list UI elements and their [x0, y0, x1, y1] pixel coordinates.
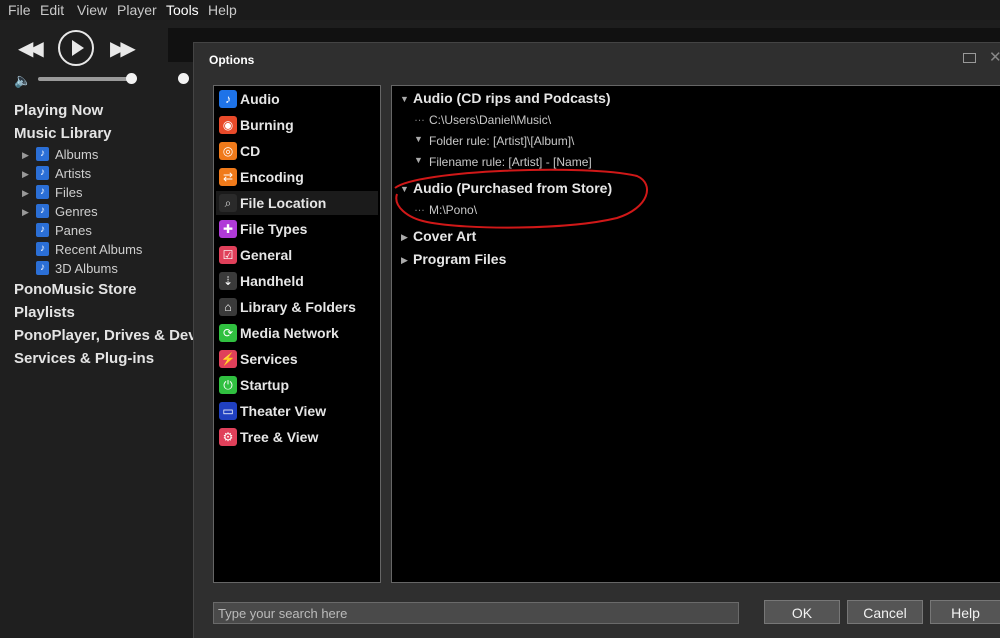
volume-slider[interactable]	[38, 77, 132, 81]
house-icon: ⌂	[219, 298, 237, 316]
monitor-icon: ▭	[219, 402, 237, 420]
cd-rips-path[interactable]: C:\Users\Daniel\Music\	[429, 113, 551, 127]
file-location-panel: ▼ Audio (CD rips and Podcasts) … C:\User…	[391, 85, 1000, 583]
menu-player[interactable]: Player	[117, 2, 157, 18]
menu-edit[interactable]: Edit	[40, 2, 64, 18]
sidebar-item-files[interactable]: Files	[55, 185, 82, 200]
collapse-arrow-icon[interactable]: ▼	[400, 94, 409, 104]
menu-help[interactable]: Help	[208, 2, 237, 18]
expand-arrow-icon[interactable]: ▶	[22, 188, 29, 199]
maximize-icon[interactable]	[963, 53, 976, 63]
section-program-files[interactable]: Program Files	[413, 251, 506, 267]
ok-button[interactable]: OK	[764, 600, 840, 624]
tree-line-icon: …	[414, 112, 425, 124]
sidebar-music-library[interactable]: Music Library	[14, 125, 112, 142]
plug-icon: ⚡	[219, 350, 237, 368]
expand-arrow-icon[interactable]: ▶	[401, 255, 408, 266]
category-startup[interactable]: ⏻ Startup	[216, 373, 378, 397]
menu-view[interactable]: View	[77, 2, 107, 18]
sidebar-item-genres[interactable]: Genres	[55, 204, 98, 219]
network-icon: ⟳	[219, 324, 237, 342]
music-note-icon: ♪	[36, 223, 49, 237]
menu-tools[interactable]: Tools	[166, 2, 199, 18]
search-input[interactable]	[214, 603, 738, 623]
category-encoding[interactable]: ⇄ Encoding	[216, 165, 378, 189]
volume-icon[interactable]: 🔈	[14, 72, 31, 89]
category-services[interactable]: ⚡ Services	[216, 347, 378, 371]
category-tree-view[interactable]: ⚙ Tree & View	[216, 425, 378, 449]
expand-arrow-icon[interactable]: ▶	[22, 150, 29, 161]
sidebar-item-artists[interactable]: Artists	[55, 166, 91, 181]
burn-disc-icon: ◉	[219, 116, 237, 134]
music-note-icon: ♪	[36, 242, 49, 256]
dialog-title: Options	[209, 53, 255, 67]
music-note-icon: ♪	[36, 166, 49, 180]
left-pane: ◀◀ ▶▶ 🔈 Playing Now Music Library ▶ ♪ Al…	[0, 20, 226, 637]
gear-icon: ⚙	[219, 428, 237, 446]
usb-icon: ⇣	[219, 272, 237, 290]
position-slider-knob[interactable]	[178, 73, 189, 84]
volume-slider-knob[interactable]	[126, 73, 137, 84]
menu-bar: File Edit View Player Tools Help	[0, 0, 1000, 20]
music-note-icon: ♪	[36, 185, 49, 199]
options-dialog: Options ✕ ♪ Audio ◉ Burning ◎ CD ⇄ Encod…	[193, 42, 1000, 638]
sidebar-playing-now[interactable]: Playing Now	[14, 102, 103, 119]
folder-rule[interactable]: Folder rule: [Artist]\[Album]\	[429, 134, 574, 148]
cancel-button[interactable]: Cancel	[847, 600, 923, 624]
category-handheld[interactable]: ⇣ Handheld	[216, 269, 378, 293]
rewind-icon[interactable]: ◀◀	[18, 36, 44, 61]
encoding-icon: ⇄	[219, 168, 237, 186]
menu-file[interactable]: File	[8, 2, 31, 18]
category-library-folders[interactable]: ⌂ Library & Folders	[216, 295, 378, 319]
fast-forward-icon[interactable]: ▶▶	[110, 36, 136, 61]
music-note-icon: ♪	[219, 90, 237, 108]
chevron-down-icon[interactable]: ▼	[414, 134, 423, 144]
category-media-network[interactable]: ⟳ Media Network	[216, 321, 378, 345]
category-burning[interactable]: ◉ Burning	[216, 113, 378, 137]
sidebar-services-plugins[interactable]: Services & Plug-ins	[14, 350, 154, 367]
expand-arrow-icon[interactable]: ▶	[22, 207, 29, 218]
category-theater-view[interactable]: ▭ Theater View	[216, 399, 378, 423]
puzzle-icon: ✚	[219, 220, 237, 238]
sidebar-item-3d-albums[interactable]: 3D Albums	[55, 261, 118, 276]
category-general[interactable]: ☑ General	[216, 243, 378, 267]
sidebar-ponomusic-store[interactable]: PonoMusic Store	[14, 281, 137, 298]
red-annotation-circle	[394, 168, 648, 229]
cd-icon: ◎	[219, 142, 237, 160]
sidebar-item-albums[interactable]: Albums	[55, 147, 98, 162]
music-note-icon: ♪	[36, 204, 49, 218]
chevron-down-icon[interactable]: ▼	[414, 155, 423, 165]
close-icon[interactable]: ✕	[989, 48, 1000, 66]
sidebar-item-panes[interactable]: Panes	[55, 223, 92, 238]
check-box-icon: ☑	[219, 246, 237, 264]
file-search-icon: ⌕	[219, 194, 237, 212]
category-audio[interactable]: ♪ Audio	[216, 87, 378, 111]
category-file-location[interactable]: ⌕ File Location	[216, 191, 378, 215]
category-cd[interactable]: ◎ CD	[216, 139, 378, 163]
music-note-icon: ♪	[36, 261, 49, 275]
power-icon: ⏻	[219, 376, 237, 394]
sidebar-playlists[interactable]: Playlists	[14, 304, 75, 321]
play-icon[interactable]	[58, 30, 94, 66]
category-file-types[interactable]: ✚ File Types	[216, 217, 378, 241]
sidebar-item-recent-albums[interactable]: Recent Albums	[55, 242, 142, 257]
section-audio-cd-rips[interactable]: Audio (CD rips and Podcasts)	[413, 90, 611, 106]
category-list: ♪ Audio ◉ Burning ◎ CD ⇄ Encoding ⌕ File…	[213, 85, 381, 583]
search-box	[213, 602, 739, 624]
help-button[interactable]: Help	[930, 600, 1000, 624]
music-note-icon: ♪	[36, 147, 49, 161]
expand-arrow-icon[interactable]: ▶	[22, 169, 29, 180]
